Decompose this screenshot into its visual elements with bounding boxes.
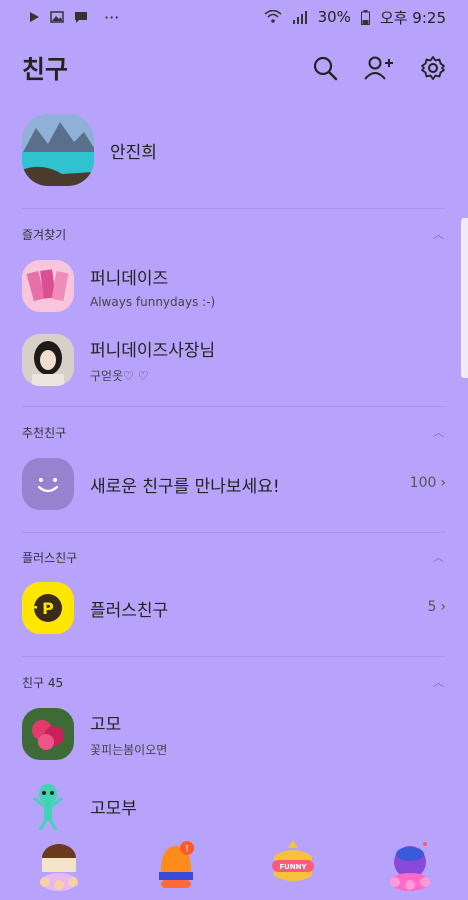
section-label-plus: 플러스친구 [22,551,78,565]
divider [22,656,446,657]
status-left: ··· [28,8,119,27]
image-icon [50,11,64,23]
message-icon [75,11,87,23]
avatar [22,260,74,312]
hash-tab[interactable]: FUNNY [264,836,322,894]
friend-name: 고모부 [90,798,137,819]
section-label-friends: 친구 45 [22,676,64,690]
more-icon: ··· [104,7,120,27]
friend-name: 퍼니데이즈사장님 [90,341,216,361]
collapse-icon[interactable]: ︿ [433,549,444,565]
divider [22,208,446,209]
battery-icon [360,9,370,25]
section-label-favorites: 즐겨찾기 [22,228,67,242]
list-item[interactable]: 고모 꽃피는봄이오면 [0,708,468,760]
settings-icon[interactable] [418,53,448,83]
collapse-icon[interactable]: ︿ [433,674,444,690]
plus-count: 5 › [427,599,446,615]
search-icon[interactable] [310,53,340,83]
list-item[interactable]: 퍼니데이즈사장님 구얻옷♡ ♡ [0,334,468,386]
page-title: 친구 [22,55,69,84]
avatar [22,708,74,760]
recommend-count: 100 › [410,475,446,491]
plus-friend-label: 플러스친구 [90,600,169,621]
my-profile-name: 안진희 [110,142,157,163]
list-item[interactable]: 퍼니데이즈 Always funnydays :-) [0,260,468,312]
chevron-right-icon: › [440,475,446,491]
add-friend-icon[interactable] [364,53,394,83]
friend-name: 고모 [90,715,122,735]
header-actions [310,53,448,83]
friends-tab[interactable] [30,836,88,894]
divider [22,406,446,407]
header: 친구 [0,42,468,94]
count-value: 100 [409,475,437,491]
section-label-recommended: 추천친구 [22,426,67,440]
my-profile-row[interactable]: 안진희 [0,114,468,186]
collapse-icon[interactable]: ︿ [433,424,444,440]
recommend-label: 새로운 친구를 만나보세요! [90,476,280,497]
plus-friend-icon: P [22,582,74,634]
clock: 오후 9:25 [379,8,446,27]
my-avatar [22,114,94,186]
plus-friend-row[interactable]: P 플러스친구 5 › [0,582,468,634]
battery-percent: 30% [317,8,351,26]
smiley-icon [22,458,74,510]
avatar [22,780,74,832]
svg-text:!: ! [184,844,188,855]
friend-name: 퍼니데이즈 [90,268,169,289]
divider [22,532,446,533]
tab-badge-label: FUNNY [279,863,307,871]
svg-text:P: P [42,599,54,618]
play-icon [30,12,39,22]
friend-status: 구얻옷♡ ♡ [90,369,149,383]
collapse-icon[interactable]: ︿ [433,226,444,242]
signal-icon [292,11,307,24]
friend-status: Always funnydays :-) [90,294,216,309]
more-tab[interactable] [381,836,439,894]
bottom-tab-bar: ! FUNNY [0,836,468,900]
status-bar: ··· 30% 오후 9:25 [0,0,468,34]
chats-tab[interactable]: ! [147,836,205,894]
recommend-row[interactable]: 새로운 친구를 만나보세요! 100 › [0,458,468,510]
count-value: 5 [427,599,437,615]
avatar [22,334,74,386]
chevron-right-icon: › [440,599,446,615]
friend-status: 꽃피는봄이오면 [90,743,168,757]
status-right: 30% 오후 9:25 [264,7,446,28]
wifi-icon [264,10,282,23]
list-item[interactable]: 고모부 [0,780,468,832]
